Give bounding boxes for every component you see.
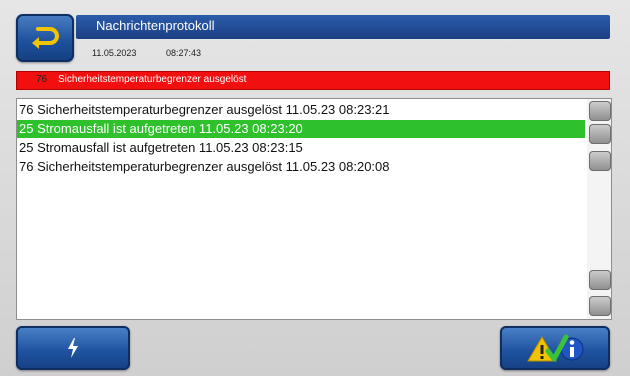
scroll-bottom-button[interactable] (589, 296, 611, 316)
page-title: Nachrichtenprotokoll (96, 18, 215, 33)
message-row[interactable]: 25 Stromausfall ist aufgetreten 11.05.23… (17, 139, 585, 157)
scroll-thumb-handle[interactable] (589, 151, 611, 171)
alarm-code: 76 (36, 74, 48, 85)
current-date: 11.05.2023 (92, 48, 137, 58)
scroll-top-button[interactable] (589, 101, 611, 121)
lightning-icon (68, 338, 78, 358)
alarm-text: Sicherheitstemperaturbegrenzer ausgelöst (58, 74, 247, 85)
warning-check-info-icon (527, 334, 584, 362)
message-filter-button[interactable] (500, 326, 610, 370)
back-arrow-icon (32, 27, 59, 49)
message-row[interactable]: 76 Sicherheitstemperaturbegrenzer ausgel… (17, 158, 585, 176)
message-row[interactable]: 76 Sicherheitstemperaturbegrenzer ausgel… (17, 101, 585, 119)
scroll-page-down-button[interactable] (589, 270, 611, 290)
screen: Nachrichtenprotokoll 11.05.2023 08:27:43… (0, 0, 630, 376)
message-row-selected[interactable]: 25 Stromausfall ist aufgetreten 11.05.23… (17, 120, 585, 138)
back-button[interactable] (16, 14, 74, 62)
scroll-page-up-button[interactable] (589, 124, 611, 144)
current-time: 08:27:43 (166, 48, 202, 58)
error-messages-button[interactable] (16, 326, 130, 370)
